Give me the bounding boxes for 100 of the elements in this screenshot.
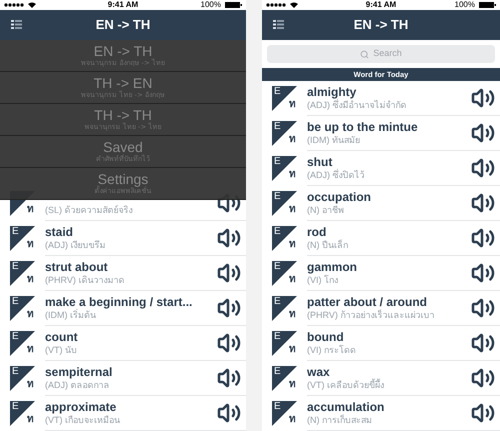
word-title: patter about / around xyxy=(307,295,428,309)
status-time: 9:41 AM xyxy=(108,0,138,11)
menu-icon[interactable] xyxy=(11,20,22,29)
badge-letter: E xyxy=(12,261,19,273)
word-title: approximate xyxy=(45,400,118,414)
badge-letter: ท xyxy=(289,99,296,111)
word-gloss: (SL) ด้วยความสัตย์จริง xyxy=(45,204,134,216)
badge-triangle xyxy=(10,331,35,356)
badge-triangle xyxy=(272,296,297,321)
badge-triangle xyxy=(272,191,297,216)
search-icon xyxy=(360,50,370,58)
word-gloss: (IDM) ทันสมัย xyxy=(307,134,361,146)
badge-letter: ท xyxy=(27,379,34,391)
word-gloss: (N) ปืนเล็ก xyxy=(307,239,349,251)
badge-letter: E xyxy=(274,156,281,168)
nav-title: EN -> TH xyxy=(354,16,408,34)
signal-icon xyxy=(4,3,24,7)
speaker-icon[interactable] xyxy=(471,86,495,110)
menu-item-title: Saved xyxy=(103,139,143,155)
battery-percent: 100% xyxy=(454,0,475,11)
badge-letter: E xyxy=(274,121,281,133)
word-title: bound xyxy=(307,330,345,344)
word-title: be up to the mintue xyxy=(307,120,419,134)
speaker-icon[interactable] xyxy=(471,121,495,145)
word-title: count xyxy=(45,330,79,344)
badge-letter: ท xyxy=(27,239,34,251)
badge-letter: E xyxy=(274,366,281,378)
badge-letter: ท xyxy=(27,344,34,356)
badge-triangle xyxy=(272,331,297,356)
speaker-icon[interactable] xyxy=(217,366,241,390)
badge-triangle xyxy=(272,366,297,391)
word-gloss: (VI) กระโดด xyxy=(307,344,357,356)
word-gloss: (IDM) เริ่มต้น xyxy=(45,309,97,321)
badge-letter: E xyxy=(12,331,19,343)
word-title: make a beginning / start... xyxy=(45,295,194,309)
badge-letter: E xyxy=(12,401,19,413)
badge-letter: ท xyxy=(27,204,34,216)
word-gloss: (ADJ) ตลอดกาล xyxy=(45,379,110,391)
badge-letter: E xyxy=(274,226,281,238)
badge-letter: ท xyxy=(289,134,296,146)
badge-letter: ท xyxy=(289,169,296,181)
word-gloss: (ADJ) ซึ่งปิดไว้ xyxy=(307,169,366,181)
word-gloss: (N) การเก็บสะสม xyxy=(307,414,373,426)
badge-letter: E xyxy=(274,191,281,203)
badge-triangle xyxy=(10,226,35,251)
menu-item-title: TH -> EN xyxy=(94,75,152,91)
speaker-icon[interactable] xyxy=(217,331,241,355)
badge-letter: E xyxy=(274,331,281,343)
badge-letter: E xyxy=(12,226,19,238)
speaker-icon[interactable] xyxy=(471,156,495,180)
word-title: staid xyxy=(45,225,74,239)
badge-letter: E xyxy=(12,366,19,378)
word-title: strut about xyxy=(45,260,109,274)
signal-icon xyxy=(266,3,286,7)
battery-icon xyxy=(224,2,242,8)
word-title: almighty xyxy=(307,85,356,99)
badge-letter: ท xyxy=(289,309,296,321)
nav-title: EN -> TH xyxy=(96,16,150,34)
badge-letter: ท xyxy=(289,414,296,426)
badge-letter: E xyxy=(274,401,281,413)
badge-letter: ท xyxy=(289,204,296,216)
menu-icon[interactable] xyxy=(273,20,284,29)
word-title: gammon xyxy=(307,260,358,274)
speaker-icon[interactable] xyxy=(471,296,495,320)
speaker-icon[interactable] xyxy=(471,226,495,250)
badge-letter: E xyxy=(274,261,281,273)
speaker-icon[interactable] xyxy=(471,261,495,285)
badge-letter: E xyxy=(12,296,19,308)
speaker-icon[interactable] xyxy=(217,261,241,285)
badge-triangle xyxy=(10,401,35,426)
menu-item-title: TH -> TH xyxy=(94,107,152,123)
word-title: accumulation xyxy=(307,400,386,414)
battery-percent: 100% xyxy=(200,0,221,11)
speaker-icon[interactable] xyxy=(217,226,241,250)
speaker-icon[interactable] xyxy=(217,401,241,425)
speaker-icon[interactable] xyxy=(471,366,495,390)
word-gloss: (VT) นับ xyxy=(45,344,78,356)
word-gloss: (PHRV) เดินวางมาด xyxy=(45,274,126,286)
speaker-icon[interactable] xyxy=(471,331,495,355)
badge-letter: ท xyxy=(289,379,296,391)
wifi-icon xyxy=(28,2,36,8)
badge-triangle xyxy=(272,156,297,181)
word-gloss: (VI) โกง xyxy=(307,274,339,286)
word-title: occupation xyxy=(307,190,372,204)
battery-icon xyxy=(478,2,496,8)
speaker-icon[interactable] xyxy=(471,191,495,215)
status-time: 9:41 AM xyxy=(366,0,396,11)
badge-triangle xyxy=(272,121,297,146)
word-title: shut xyxy=(307,155,332,169)
badge-letter: E xyxy=(274,86,281,98)
word-gloss: (ADJ) เงียบขรึม xyxy=(45,239,106,251)
badge-letter: E xyxy=(274,296,281,308)
speaker-icon[interactable] xyxy=(217,296,241,320)
speaker-icon[interactable] xyxy=(471,401,495,425)
badge-letter: ท xyxy=(27,414,34,426)
badge-triangle xyxy=(10,366,35,391)
word-gloss: (PHRV) ก้าวอย่างเร็วและแผ่วเบา xyxy=(307,309,436,321)
word-gloss: (ADJ) ซึ่งมีอำนาจไม่จำกัด xyxy=(307,99,408,111)
wifi-icon xyxy=(290,2,298,8)
badge-triangle xyxy=(272,261,297,286)
